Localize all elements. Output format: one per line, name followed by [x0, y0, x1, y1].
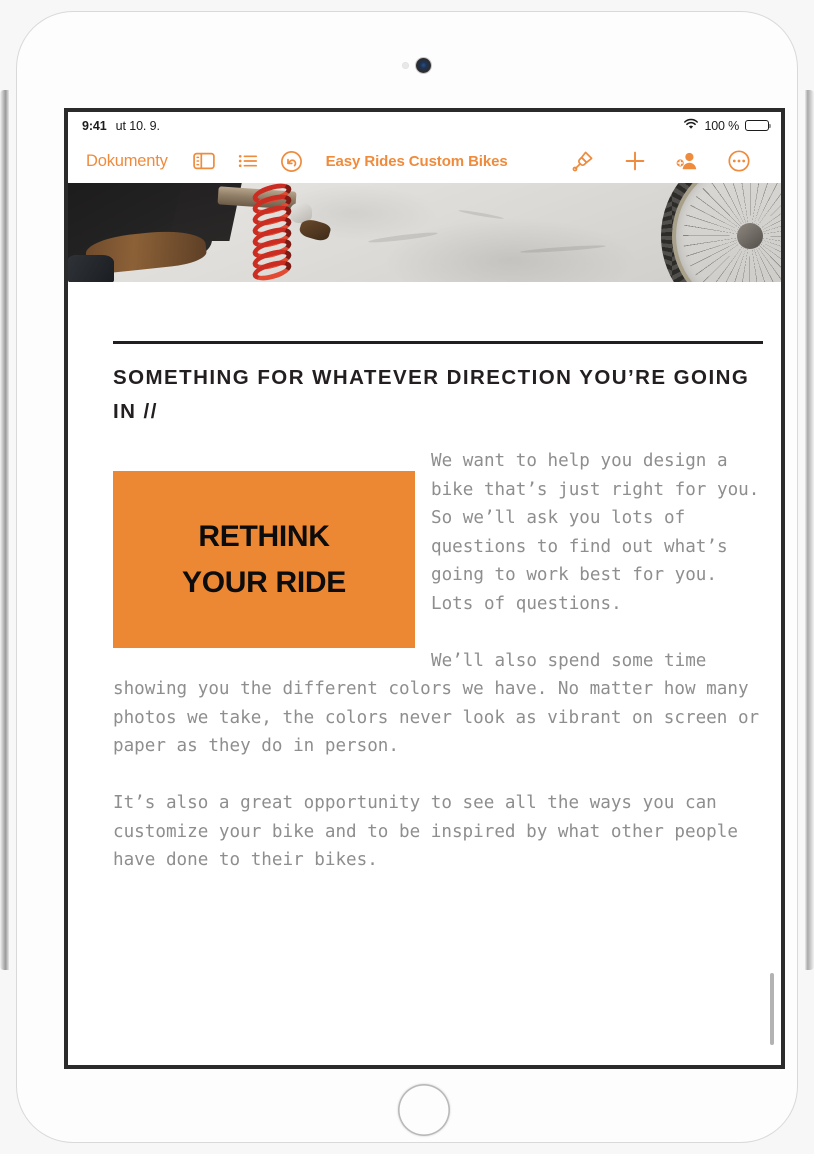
hero-bicycle-photo[interactable] [68, 183, 781, 282]
app-toolbar: Dokumenty Easy Rides Custom Bikes [68, 139, 781, 183]
document-page-body[interactable]: SOMETHING FOR WHATEVER DIRECTION YOU’RE … [68, 282, 781, 1065]
battery-percent-label: 100 % [704, 118, 740, 133]
ellipsis-more-icon[interactable] [713, 149, 765, 173]
wifi-icon [683, 118, 699, 133]
status-bar-right: 100 % [683, 118, 771, 133]
toolbar-right-group [557, 149, 765, 173]
status-date: ut 10. 9. [115, 118, 160, 133]
figure-line-1: RETHINK [198, 519, 330, 553]
plus-insert-icon[interactable] [609, 149, 661, 173]
status-bar-left: 9:41 ut 10. 9. [82, 119, 160, 133]
heading-rule-divider [113, 341, 763, 344]
paintbrush-format-icon[interactable] [557, 149, 609, 173]
ipad-device-body: 9:41 ut 10. 9. 100 % Dokumenty Easy Ride… [17, 12, 797, 1142]
status-bar: 9:41 ut 10. 9. 100 % [68, 112, 781, 139]
bulleted-list-icon[interactable] [226, 151, 270, 171]
figure-line-2: YOUR RIDE [182, 565, 346, 599]
status-time: 9:41 [82, 118, 107, 133]
battery-full-icon [745, 119, 771, 132]
back-to-documents-button[interactable]: Dokumenty [86, 152, 168, 171]
document-canvas[interactable]: SOMETHING FOR WHATEVER DIRECTION YOU’RE … [68, 183, 781, 1065]
photo-wheel-tread [661, 183, 781, 282]
photo-bicycle-wheel [661, 183, 781, 282]
document-title[interactable]: Easy Rides Custom Bikes [326, 153, 508, 170]
photo-cyclist-shoe [68, 255, 114, 282]
ipad-screen: 9:41 ut 10. 9. 100 % Dokumenty Easy Ride… [68, 112, 781, 1065]
vertical-scrollbar[interactable] [770, 973, 774, 1045]
device-stage: 9:41 ut 10. 9. 100 % Dokumenty Easy Ride… [0, 0, 814, 1154]
device-right-edge [805, 90, 814, 970]
add-person-collaborate-icon[interactable] [661, 149, 713, 173]
sidebar-view-icon[interactable] [182, 151, 226, 171]
device-left-edge [0, 90, 9, 970]
ambient-sensor-icon [402, 62, 409, 69]
front-camera-icon [416, 58, 431, 73]
document-paragraph[interactable]: It’s also a great opportunity to see all… [113, 789, 763, 875]
undo-icon[interactable] [270, 150, 314, 173]
document-heading[interactable]: SOMETHING FOR WHATEVER DIRECTION YOU’RE … [113, 361, 763, 430]
rethink-your-ride-figure[interactable]: RETHINK YOUR RIDE [113, 471, 415, 648]
document-paragraph[interactable]: We’ll also spend some time showing you t… [113, 647, 763, 761]
photo-red-coiled-cable [246, 183, 304, 282]
document-text-body[interactable]: RETHINK YOUR RIDE We want to help you de… [113, 447, 763, 875]
photo-wheel-hub [737, 223, 763, 249]
home-button[interactable] [398, 1084, 450, 1136]
